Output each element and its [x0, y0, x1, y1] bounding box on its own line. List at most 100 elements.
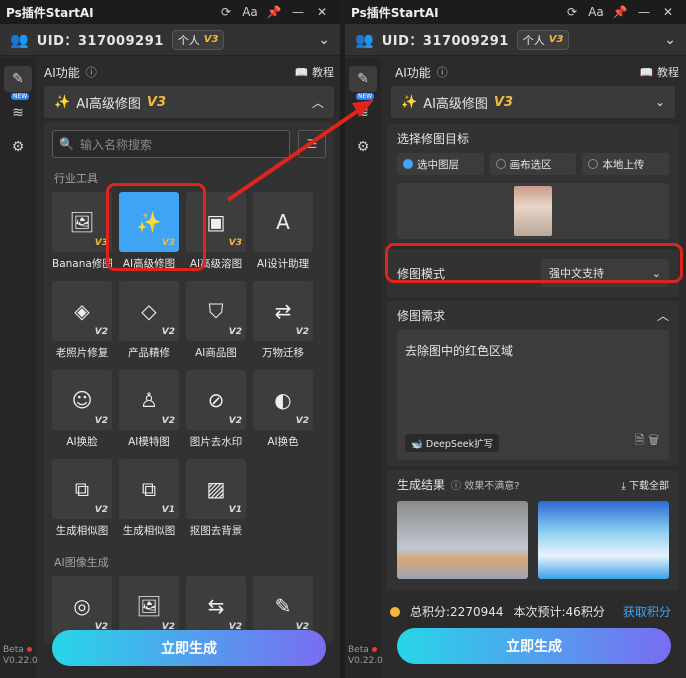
tool-tile[interactable]: ⛉ V2 AI商品图: [186, 281, 246, 360]
function-dropdown[interactable]: ✨ AI高级修图 V3 ︿: [44, 86, 334, 118]
app-title: Ps插件StartAI: [6, 5, 94, 20]
trash-icon[interactable]: 🗑: [648, 433, 659, 447]
book-icon: 📖: [639, 66, 654, 79]
get-credits-link[interactable]: 获取积分: [623, 603, 671, 620]
refresh-icon[interactable]: ⟳: [560, 5, 584, 19]
version-label: V0.22.0: [3, 656, 38, 666]
tool-tile[interactable]: ♙ V2 AI模特图: [119, 370, 179, 449]
request-textarea[interactable]: 去除图中的红色区域 🐋 DeepSeek扩写 🗎 🗑: [397, 330, 669, 460]
download-all-label: 下载全部: [629, 481, 669, 492]
category-title-gen: AI图像生成: [54, 556, 109, 569]
version-badge: V2: [94, 416, 108, 426]
tool-tile[interactable]: ▨ V1 抠图去背景: [186, 459, 246, 538]
tool-tile[interactable]: ⧉ V1 生成相似图: [119, 459, 179, 538]
tool-tile[interactable]: ◐ V2 AI换色: [253, 370, 313, 449]
tutorial-label: 教程: [657, 66, 679, 79]
status-dot: [371, 647, 377, 652]
version-label: V0.22.0: [348, 656, 383, 666]
layers-icon[interactable]: NEW ≋: [4, 93, 32, 126]
result-list: [397, 501, 669, 579]
credit-estimate: 本次预计:46积分: [513, 605, 605, 619]
gen-tool-tile[interactable]: 🖼 V2: [119, 576, 179, 636]
font-size-icon[interactable]: Aa: [238, 5, 262, 19]
chevron-down-icon: ⌄: [654, 95, 665, 109]
feedback-link[interactable]: ⓘ 效果不满意?: [451, 477, 520, 492]
function-label: AI高级修图: [76, 96, 141, 112]
plan-badge: 个人 V3: [171, 29, 225, 50]
edit-icon[interactable]: ✎: [4, 66, 32, 92]
download-all-button[interactable]: ⤓ 下载全部: [621, 477, 669, 492]
whale-icon: 🐋: [411, 439, 423, 450]
result-thumbnail[interactable]: [538, 501, 669, 579]
minimize-icon[interactable]: —: [632, 5, 656, 19]
highlight-box: [106, 183, 206, 271]
tool-tile[interactable]: ⇄ V2 万物迁移: [253, 281, 313, 360]
settings-icon[interactable]: ⚙: [4, 134, 32, 160]
version-badge: V2: [228, 416, 242, 426]
chevron-down-icon[interactable]: ⌄: [318, 32, 330, 48]
gen-tool-tile[interactable]: ✎ V2: [253, 576, 313, 636]
target-title: 选择修图目标: [397, 132, 470, 146]
search-input[interactable]: 🔍 输入名称搜索: [52, 130, 290, 158]
result-thumbnail[interactable]: [397, 501, 528, 579]
layers-icon[interactable]: NEW ≋: [349, 93, 377, 126]
beta-label: Beta: [348, 645, 369, 655]
tutorial-link[interactable]: 📖 教程: [640, 64, 679, 80]
tutorial-link[interactable]: 📖 教程: [295, 64, 334, 80]
close-icon[interactable]: ✕: [656, 5, 680, 19]
target-section: 选择修图目标 选中图层 画布选区 本地上传: [387, 124, 679, 245]
chevron-up-icon[interactable]: ︿: [657, 307, 669, 324]
settings-icon[interactable]: ⚙: [349, 134, 377, 160]
account-bar[interactable]: 👥 UID：317009291 个人 V3 ⌄: [0, 24, 340, 56]
version-badge: V2: [94, 327, 108, 337]
tool-tile[interactable]: ☺ V2 AI换脸: [52, 370, 112, 449]
app-title: Ps插件StartAI: [351, 5, 439, 20]
pin-icon[interactable]: 📌: [608, 5, 632, 19]
gen-tool-tile[interactable]: ◎ V2: [52, 576, 112, 636]
function-dropdown[interactable]: ✨ AI高级修图 V3 ⌄: [391, 86, 675, 118]
plan-version: V3: [203, 34, 219, 45]
font-size-icon[interactable]: Aa: [584, 5, 608, 19]
chevron-down-icon[interactable]: ⌄: [664, 32, 676, 48]
generate-button[interactable]: 立即生成: [397, 628, 671, 664]
account-bar[interactable]: 👥 UID：317009291 个人 V3 ⌄: [345, 24, 686, 56]
tool-tile[interactable]: A AI设计助理: [253, 192, 313, 271]
tool-label: AI设计助理: [256, 258, 310, 270]
generate-button[interactable]: 立即生成: [52, 630, 326, 666]
refresh-icon[interactable]: ⟳: [214, 5, 238, 19]
tool-tile[interactable]: ⊘ V2 图片去水印: [186, 370, 246, 449]
version-badge: V1: [228, 505, 242, 515]
left-plugin-panel: Ps插件StartAI ⟳ Aa 📌 — ✕ 👥 UID：317009291 个…: [0, 0, 340, 678]
minimize-icon[interactable]: —: [286, 5, 310, 19]
radio-selected-layer[interactable]: 选中图层: [397, 153, 484, 175]
function-version: V3: [493, 94, 514, 110]
design-assistant-icon: A: [253, 192, 313, 252]
version-badge: V2: [228, 327, 242, 337]
history-icon[interactable]: 🗎: [635, 433, 645, 447]
target-thumbnail[interactable]: [514, 186, 552, 236]
deepseek-button[interactable]: 🐋 DeepSeek扩写: [405, 434, 500, 452]
radio-local-upload[interactable]: 本地上传: [582, 153, 670, 175]
uid-text: UID：317009291: [381, 34, 509, 49]
tool-tile[interactable]: 🖼 V3 Banana修图: [52, 192, 112, 271]
grid-view-button[interactable]: ☰: [298, 130, 326, 158]
tool-tile[interactable]: ⧉ V2 生成相似图: [52, 459, 112, 538]
version-badge: V3: [228, 238, 242, 248]
right-main: AI功能 ⓘ 📖 教程 ✨ AI高级修图 V3 ⌄ 选择修图目标 选中图层 画布…: [387, 58, 679, 594]
gen-tool-tile[interactable]: ⇆ V2: [186, 576, 246, 636]
radio-unchecked-icon: [588, 159, 599, 169]
magic-wand-icon: ✨: [54, 94, 71, 110]
left-main: AI功能 ⓘ 📖 教程 ✨ AI高级修图 V3 ︿ 🔍 输入名称搜索 ☰ 行业工具…: [44, 58, 334, 644]
pin-icon[interactable]: 📌: [262, 5, 286, 19]
tool-tile[interactable]: ◇ V2 产品精修: [119, 281, 179, 360]
plan-version: V3: [548, 34, 564, 45]
info-icon[interactable]: ⓘ: [86, 64, 97, 80]
radio-canvas-selection[interactable]: 画布选区: [489, 153, 577, 175]
tool-tile[interactable]: ◈ V2 老照片修复: [52, 281, 112, 360]
results-section: 生成结果 ⓘ 效果不满意? ⤓ 下载全部: [387, 470, 679, 590]
edit-icon[interactable]: ✎: [349, 66, 377, 92]
section-title: AI功能: [44, 65, 80, 80]
gen-tool-grid: ◎ V2 🖼 V2 ⇆ V2 ✎ V2: [52, 576, 326, 636]
info-icon[interactable]: ⓘ: [437, 64, 448, 80]
close-icon[interactable]: ✕: [310, 5, 334, 19]
